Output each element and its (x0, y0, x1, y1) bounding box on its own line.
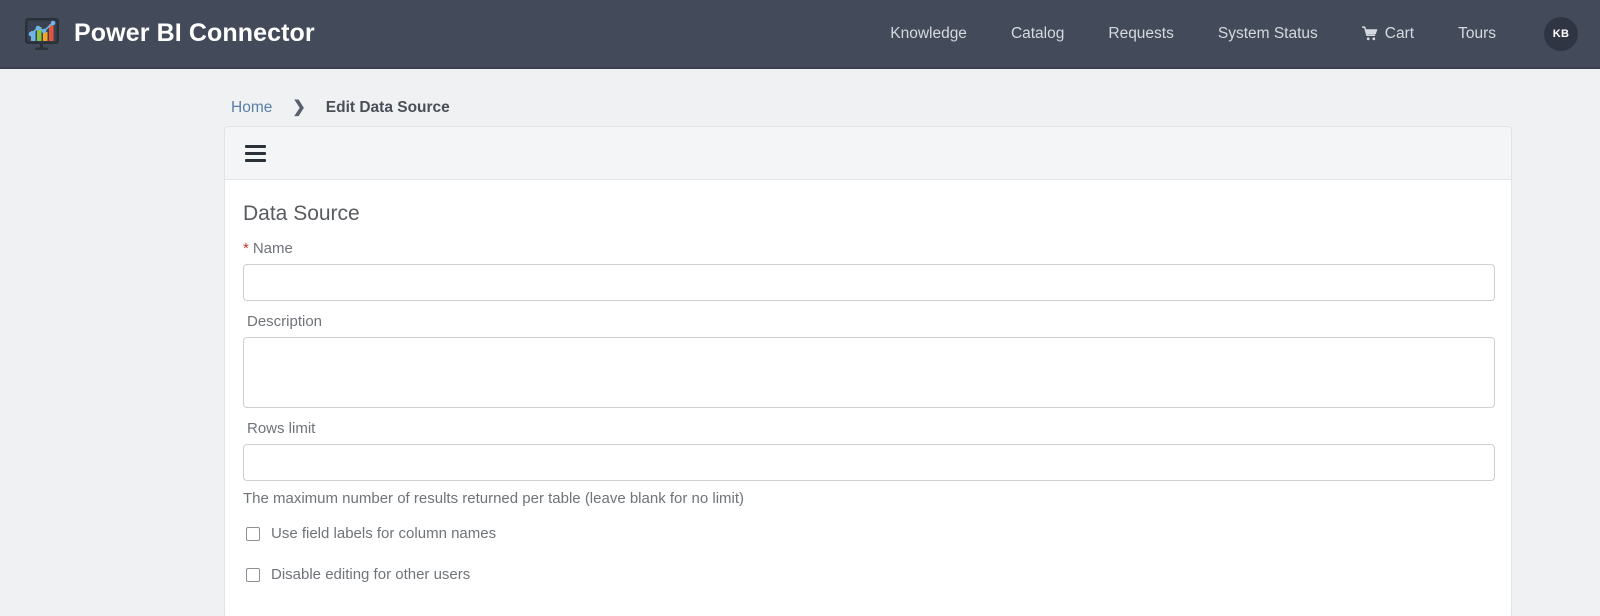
brand-home-link[interactable]: Power BI Connector (24, 17, 315, 51)
checkbox-use-field-labels[interactable] (246, 526, 260, 541)
nav-link-catalog[interactable]: Catalog (989, 17, 1086, 51)
field-label-description: Description (247, 313, 323, 330)
nav-link-label: Requests (1108, 24, 1174, 42)
breadcrumb-chevron-right-icon: ❯ (292, 99, 306, 116)
power-bi-chart-monitor-icon (25, 17, 59, 50)
checkbox-label-use-field-labels[interactable]: Use field labels for column names (271, 525, 496, 542)
nav-link-knowledge[interactable]: Knowledge (868, 17, 989, 51)
nav-link-requests[interactable]: Requests (1086, 17, 1195, 51)
user-avatar[interactable]: KB (1544, 16, 1578, 51)
nav-link-label: Catalog (1010, 24, 1065, 42)
nav-link-label: Cart (1384, 24, 1415, 42)
field-name: * Name (243, 240, 1495, 301)
nav-link-cart[interactable]: Cart (1340, 17, 1436, 51)
section-title: Data Source (243, 202, 360, 225)
nav-link-label: Tours (1458, 24, 1496, 42)
field-label-text: Name (252, 240, 293, 257)
breadcrumb-link-home[interactable]: Home (231, 99, 272, 117)
rows-limit-input[interactable] (243, 444, 1495, 481)
field-label-rows-limit: Rows limit (247, 420, 316, 437)
description-textarea[interactable] (243, 337, 1495, 408)
hamburger-menu-icon[interactable] (245, 143, 266, 164)
name-input[interactable] (243, 264, 1495, 301)
data-source-form-card: Data Source * Name Description Rows limit… (224, 126, 1512, 616)
nav-link-label: System Status (1217, 24, 1318, 42)
brand-title: Power BI Connector (74, 19, 315, 47)
top-navigation-bar: Power BI Connector Knowledge Catalog Req… (0, 0, 1600, 69)
card-body: Data Source * Name Description Rows limit… (225, 180, 1511, 616)
nav-link-label: Knowledge (890, 24, 967, 42)
rows-limit-help-text: The maximum number of results returned p… (243, 490, 745, 507)
nav-link-system-status[interactable]: System Status (1196, 17, 1340, 51)
field-label-name: * Name (243, 240, 1493, 257)
primary-nav: Knowledge Catalog Requests System Status… (868, 16, 1578, 51)
checkbox-row-disable-editing: Disable editing for other users (243, 566, 1493, 583)
shopping-cart-icon (1361, 26, 1378, 41)
field-description: Description (243, 313, 1495, 408)
breadcrumb-current-page: Edit Data Source (325, 99, 450, 116)
checkbox-row-field-labels: Use field labels for column names (243, 525, 1493, 542)
checkbox-label-disable-editing[interactable]: Disable editing for other users (271, 566, 470, 583)
required-asterisk: * (243, 240, 249, 257)
breadcrumb: Home ❯ Edit Data Source (0, 69, 1600, 121)
field-rows-limit: Rows limit The maximum number of results… (243, 420, 1495, 507)
nav-link-tours[interactable]: Tours (1436, 17, 1518, 51)
hamburger-bar (245, 158, 266, 162)
checkbox-disable-editing[interactable] (246, 567, 260, 582)
card-header (225, 127, 1511, 180)
hamburger-bar (245, 151, 266, 155)
hamburger-bar (245, 144, 266, 148)
